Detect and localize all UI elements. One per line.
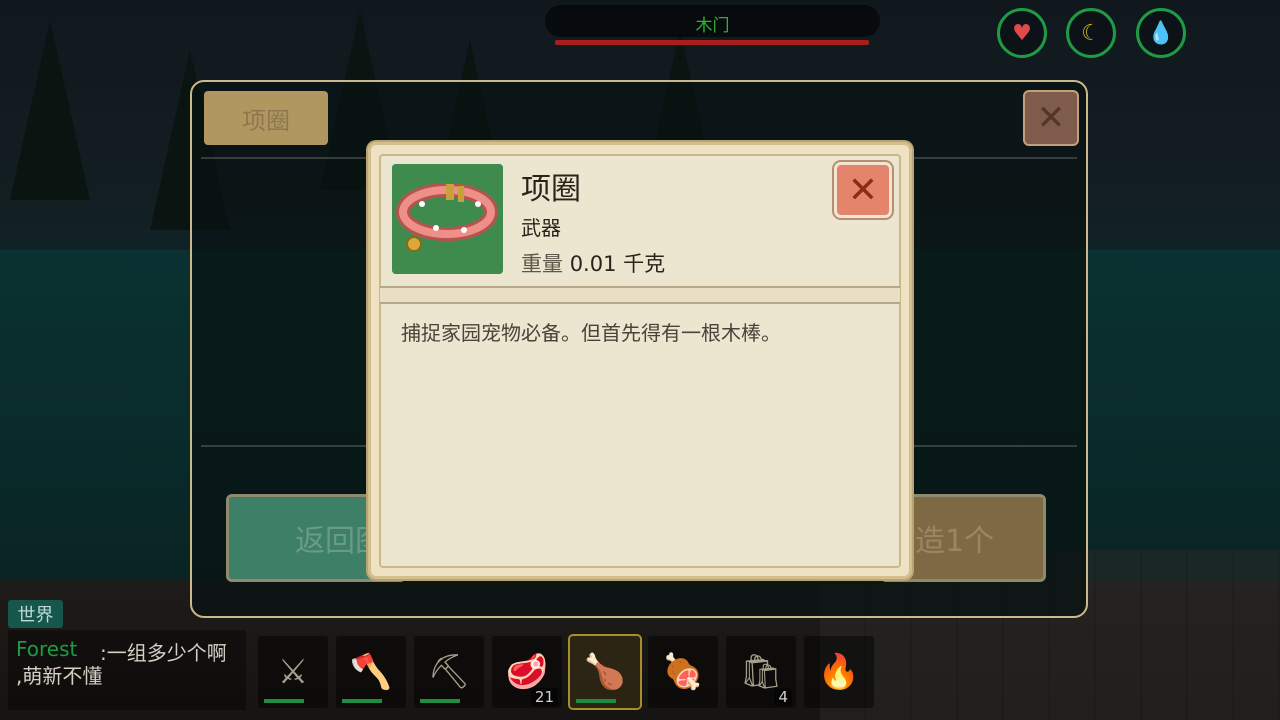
close-icon: ✕	[847, 169, 879, 211]
chat-username: Forest	[16, 637, 78, 661]
divider	[380, 286, 900, 304]
hotbar: ⚔ 🪓 ⛏ 🥩 21 🍗 🍖 🛍 4 🔥	[258, 636, 874, 708]
durability-bar	[420, 699, 460, 703]
seed-bag-icon: 🛍	[739, 652, 783, 692]
hotbar-slot[interactable]: 🥩 21	[492, 636, 562, 708]
chat-channel-tab[interactable]: 世界	[8, 600, 63, 628]
hotbar-slot[interactable]: 🔥	[804, 636, 874, 708]
hotbar-slot[interactable]: ⛏	[414, 636, 484, 708]
target-name: 木门	[695, 16, 730, 36]
weight-value: 0.01	[569, 252, 617, 276]
crafting-close-button[interactable]: ✕	[1023, 90, 1079, 146]
durability-bar	[264, 699, 304, 703]
weight-label: 重量	[521, 252, 563, 276]
hotbar-slot[interactable]: 🪓	[336, 636, 406, 708]
dialog-close-button[interactable]: ✕	[834, 162, 892, 218]
heart-icon: ♥	[997, 8, 1047, 58]
hotbar-slot[interactable]: 🍖	[648, 636, 718, 708]
axe-icon: 🪓	[349, 652, 393, 692]
durability-bar	[342, 699, 382, 703]
raw-meat-icon: 🥩	[505, 652, 549, 692]
chat-message: ,萌新不懂	[16, 664, 103, 688]
item-weight: 重量 0.01 千克	[521, 248, 665, 278]
collar-icon	[392, 164, 503, 274]
water-drop-icon: 💧	[1136, 8, 1186, 58]
weight-unit: 千克	[623, 252, 666, 276]
food-icon: ☾	[1066, 8, 1116, 58]
close-icon: ✕	[1036, 98, 1066, 138]
sword-icon: ⚔	[277, 652, 309, 692]
item-type: 武器	[521, 216, 561, 240]
chat-message: :一组多少个啊	[100, 641, 227, 665]
hotbar-slot-selected[interactable]: 🍗	[570, 636, 640, 708]
item-description: 捕捉家园宠物必备。但首先得有一根木棒。	[401, 321, 781, 345]
tab-collar[interactable]: 项圈	[204, 91, 328, 145]
pickaxe-icon: ⛏	[427, 652, 471, 692]
drumstick-icon: 🍖	[661, 652, 705, 692]
hotbar-slot[interactable]: 🛍 4	[726, 636, 796, 708]
item-count: 21	[530, 688, 558, 706]
target-health-bar	[555, 40, 869, 45]
durability-bar	[576, 699, 616, 703]
hotbar-slot[interactable]: ⚔	[258, 636, 328, 708]
item-name: 项圈	[521, 172, 581, 207]
roast-chicken-icon: 🍗	[583, 652, 627, 692]
campfire-icon: 🔥	[817, 652, 861, 692]
target-bar: 木门	[545, 5, 880, 37]
item-count: 4	[774, 688, 792, 706]
